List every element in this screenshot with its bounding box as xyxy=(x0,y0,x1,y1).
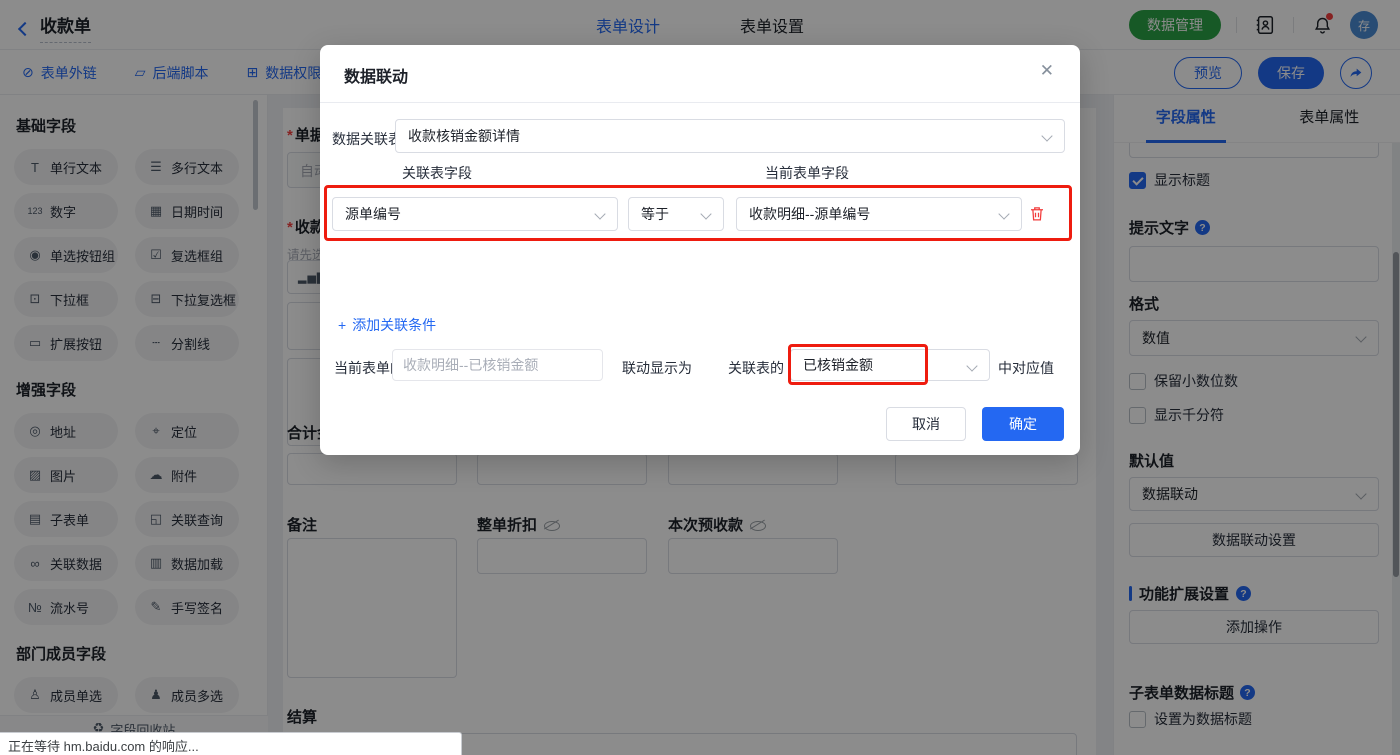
browser-status-bubble: 正在等待 hm.baidu.com 的响应... xyxy=(0,732,462,755)
suffix-label: 中对应值 xyxy=(998,358,1054,378)
condition-right-select[interactable]: 收款明细--源单编号 xyxy=(736,197,1022,231)
condition-operator-select[interactable]: 等于 xyxy=(628,197,724,231)
chevron-down-icon xyxy=(594,208,605,219)
plus-icon: + xyxy=(338,317,346,333)
app-root: 收款单 表单设计 表单设置 数据管理 xyxy=(0,0,1400,755)
relation-table-select[interactable]: 收款核销金额详情 xyxy=(395,119,1065,153)
cancel-button[interactable]: 取消 xyxy=(886,407,966,441)
delete-condition-trash-icon[interactable] xyxy=(1028,204,1046,226)
confirm-button[interactable]: 确定 xyxy=(982,407,1064,441)
chevron-down-icon xyxy=(700,208,711,219)
chevron-down-icon xyxy=(966,360,977,371)
display-as-label: 联动显示为 xyxy=(622,358,692,378)
col-right-header: 当前表单字段 xyxy=(765,163,849,183)
current-form-field-input[interactable]: 收款明细--已核销金额 xyxy=(392,349,603,381)
divider xyxy=(320,102,1080,103)
data-linkage-modal: 数据联动 ✕ 数据关联表 收款核销金额详情 关联表字段 当前表单字段 源单编号 … xyxy=(320,45,1080,455)
related-field-select[interactable]: 已核销金额 xyxy=(790,349,990,381)
chevron-down-icon xyxy=(998,208,1009,219)
modal-title: 数据联动 xyxy=(344,63,408,87)
close-icon[interactable]: ✕ xyxy=(1040,61,1054,81)
add-condition-link[interactable]: + 添加关联条件 xyxy=(338,315,436,335)
condition-left-select[interactable]: 源单编号 xyxy=(332,197,618,231)
related-table-label: 关联表的 xyxy=(728,358,784,378)
relation-table-label: 数据关联表 xyxy=(332,129,402,149)
col-left-header: 关联表字段 xyxy=(402,163,472,183)
chevron-down-icon xyxy=(1041,130,1052,141)
